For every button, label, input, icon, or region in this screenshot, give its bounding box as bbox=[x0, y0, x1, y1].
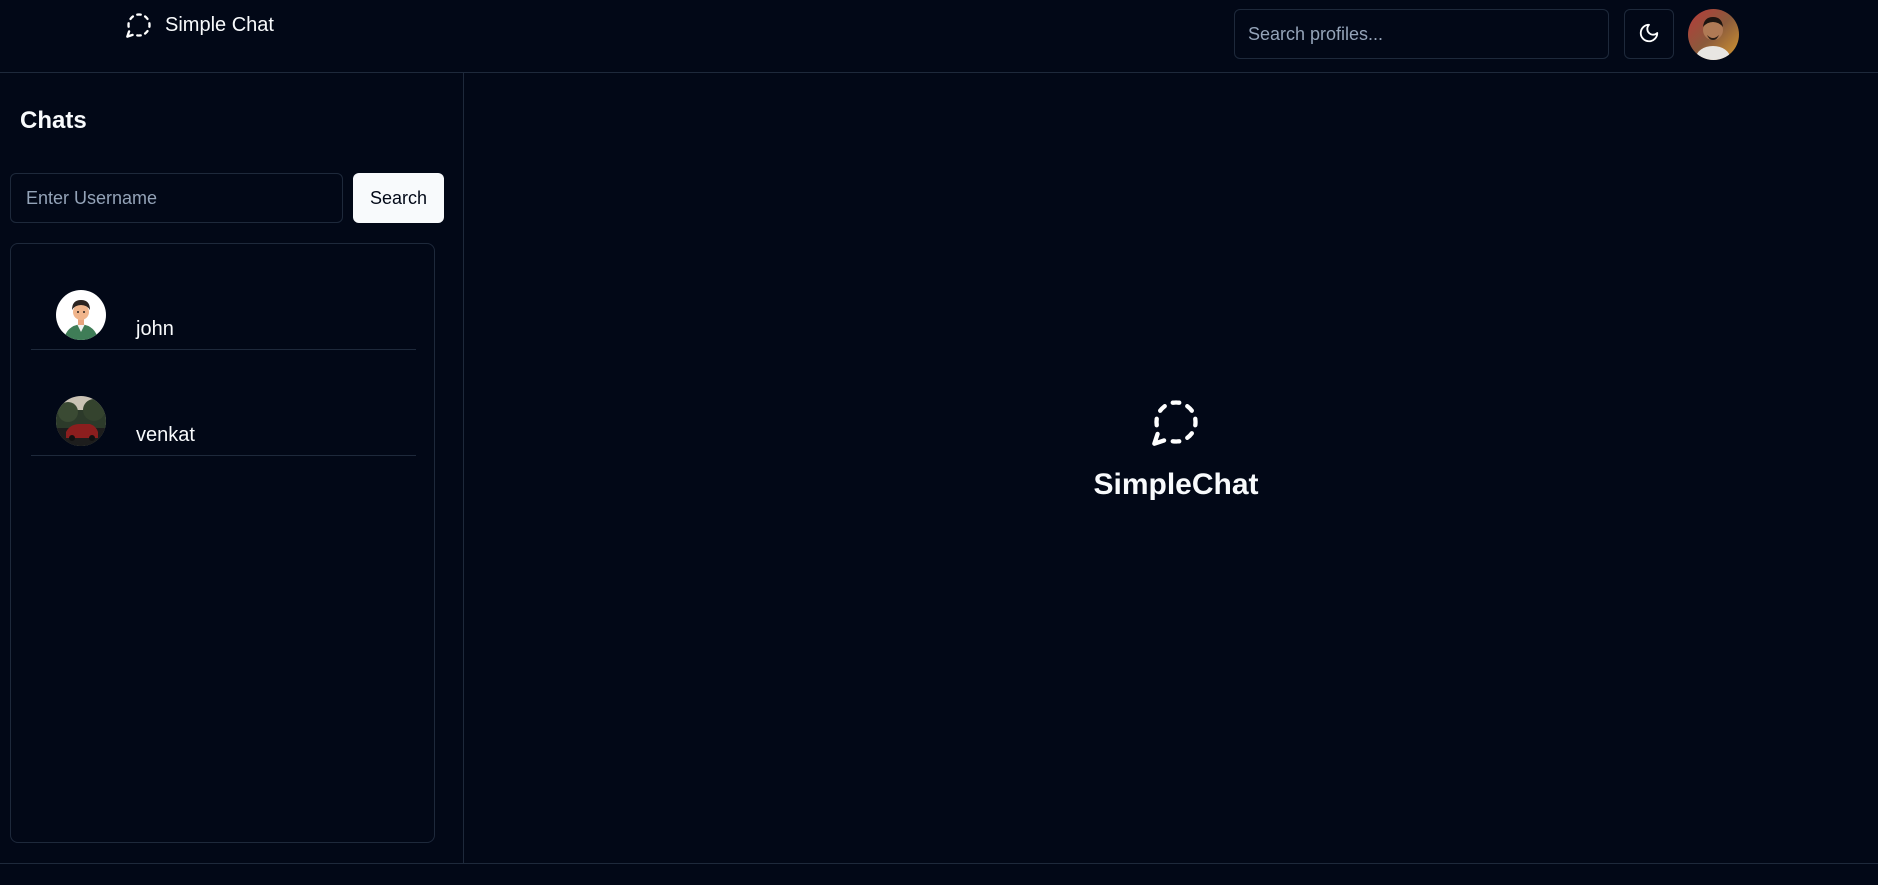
brand-name: Simple Chat bbox=[165, 13, 274, 36]
top-navbar: Simple Chat bbox=[0, 0, 1878, 73]
photo-avatar bbox=[56, 396, 106, 446]
search-profiles-input[interactable] bbox=[1234, 9, 1609, 59]
search-button[interactable]: Search bbox=[353, 173, 444, 223]
chat-item-venkat[interactable]: venkat bbox=[31, 350, 416, 456]
cartoon-man-avatar bbox=[56, 290, 106, 340]
username-search-input[interactable] bbox=[10, 173, 343, 223]
chat-item-name: john bbox=[136, 318, 174, 340]
chat-list: john venkat bbox=[10, 243, 435, 843]
moon-icon bbox=[1638, 22, 1660, 47]
chat-item-john[interactable]: john bbox=[31, 244, 416, 350]
dashed-message-circle-icon bbox=[125, 11, 153, 39]
empty-state: SimpleChat bbox=[465, 396, 1878, 502]
dashed-message-circle-icon bbox=[465, 396, 1878, 448]
brand-link[interactable]: Simple Chat bbox=[125, 11, 274, 39]
theme-toggle-button[interactable] bbox=[1624, 9, 1674, 59]
footer-divider bbox=[0, 863, 1878, 864]
chats-heading: Chats bbox=[20, 107, 87, 134]
chat-main-area: SimpleChat bbox=[465, 73, 1878, 863]
empty-state-title: SimpleChat bbox=[1093, 468, 1259, 501]
chat-item-name: venkat bbox=[136, 424, 195, 446]
user-avatar[interactable] bbox=[1688, 9, 1739, 60]
chats-sidebar: Chats Search john bbox=[0, 73, 464, 863]
